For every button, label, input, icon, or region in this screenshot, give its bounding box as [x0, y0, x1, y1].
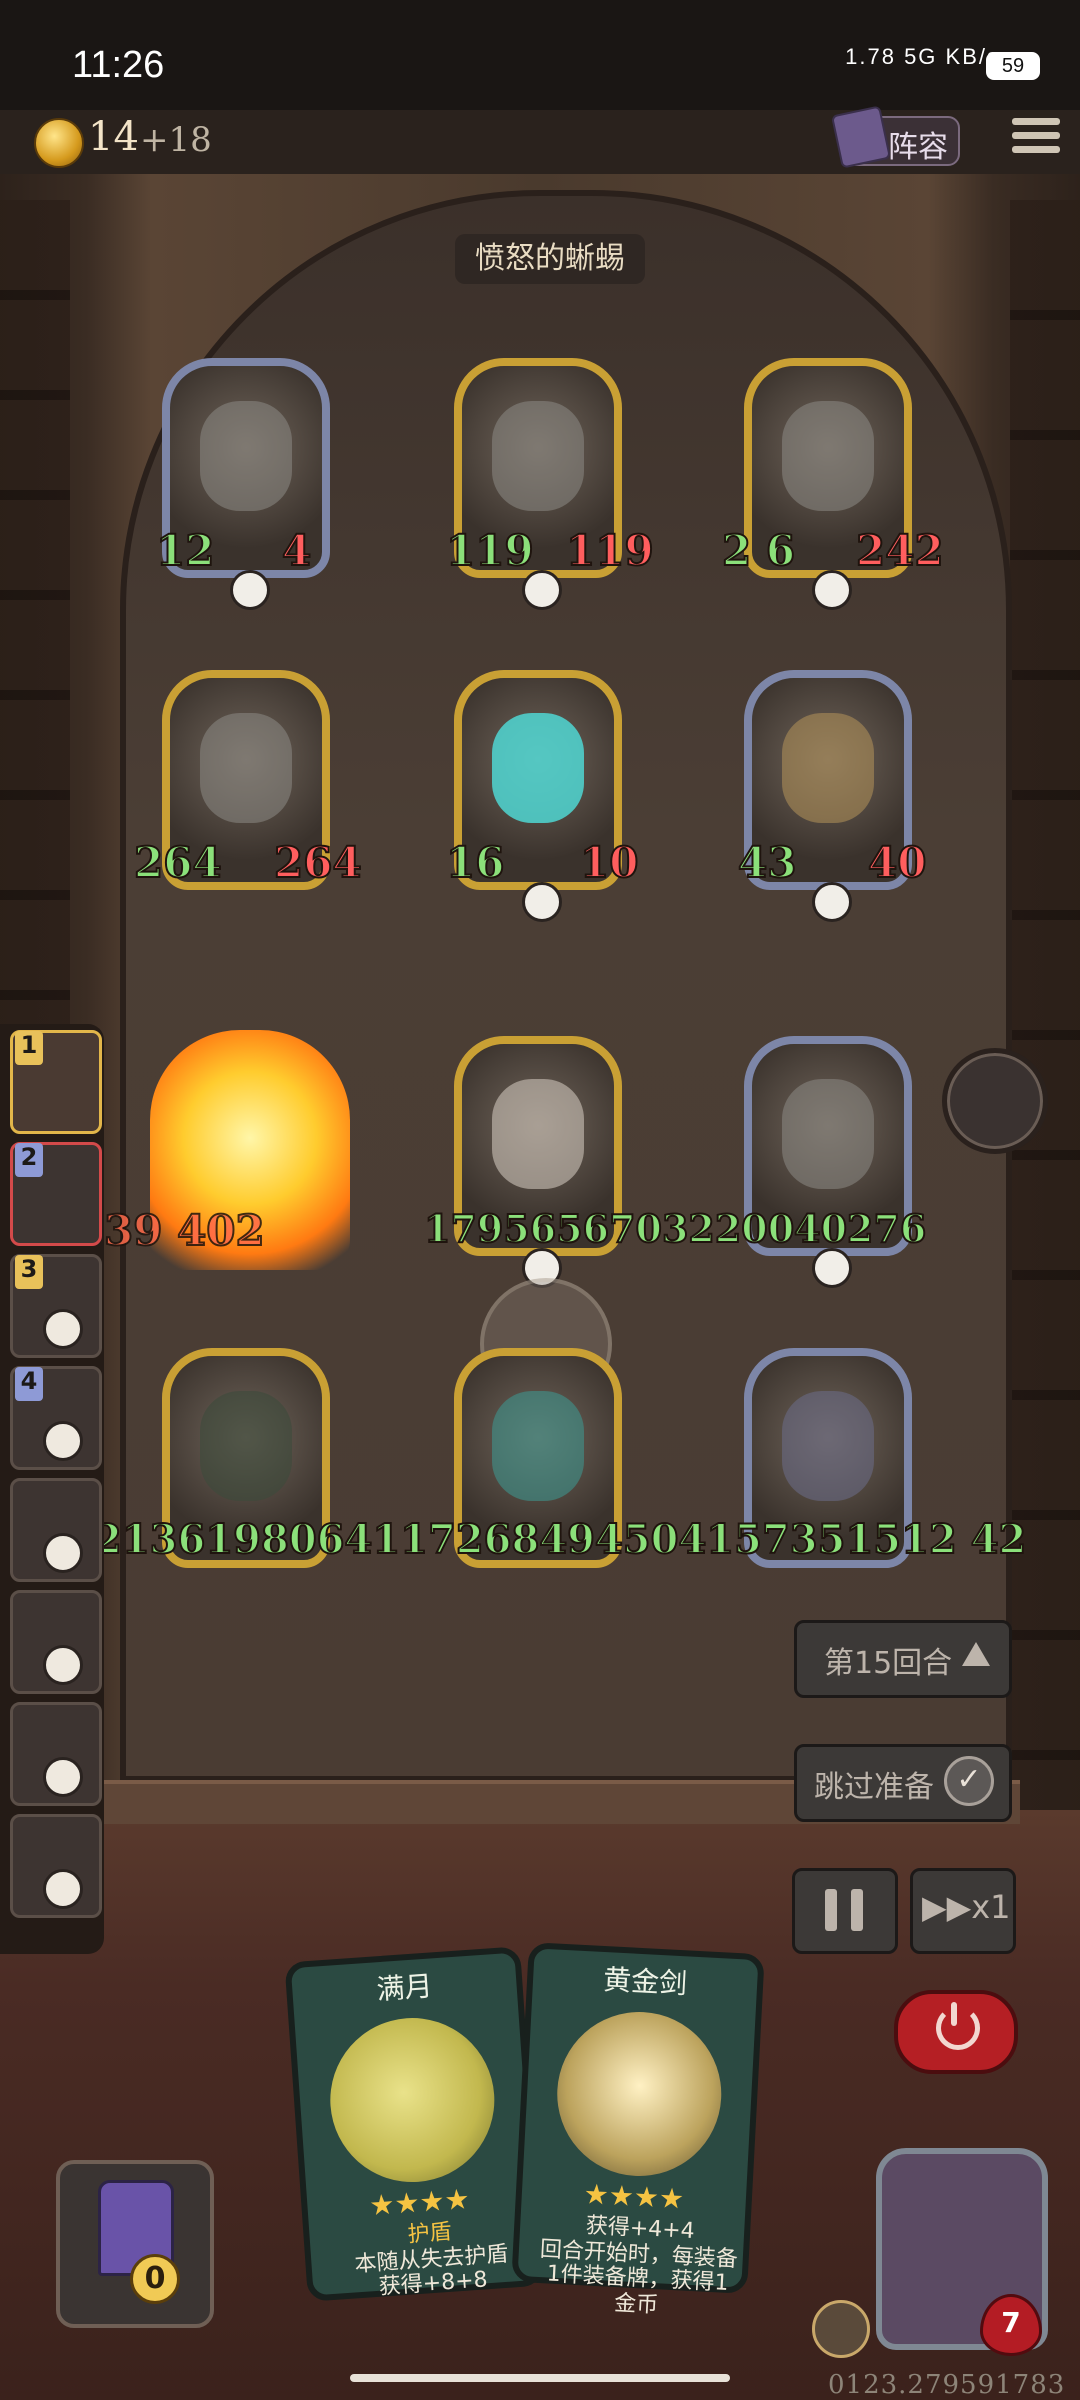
skull-icon — [812, 882, 852, 922]
card-title: 满月 — [375, 1969, 434, 2007]
robot-portrait — [200, 401, 292, 511]
hand-card-golden-sword[interactable]: 黄金剑 ★★★★ 获得+4+4 回合开始时，每装备 1件装备牌，获得1金币 — [511, 1942, 765, 2318]
check-icon: ✓ — [944, 1756, 994, 1806]
gold-income: +18 — [140, 120, 212, 160]
slot-number: 3 — [15, 1255, 43, 1289]
minion-card-diver[interactable]: 43 40 — [737, 670, 927, 922]
skull-icon — [812, 1248, 852, 1288]
skull-icon — [43, 1645, 83, 1685]
speed-label: ▶▶x1 — [922, 1888, 1011, 1926]
minion-card-clock[interactable]: 119 119 — [445, 358, 655, 610]
home-indicator[interactable] — [350, 2374, 730, 2382]
slot-number: 4 — [15, 1367, 43, 1401]
minion-card-armor[interactable]: 264 264 — [133, 670, 363, 890]
sorcerer-portrait — [492, 1391, 584, 1501]
hero-ability-icon[interactable] — [812, 2300, 870, 2358]
footer-number: 0123.279591783 — [828, 2370, 1066, 2400]
moon-art — [324, 2012, 500, 2188]
card-title: 黄金剑 — [602, 1963, 688, 2001]
health-value: 119 — [565, 525, 655, 576]
skull-icon — [43, 1421, 83, 1461]
skull-icon — [43, 1533, 83, 1573]
minion-card-castle[interactable]: 2 6 242 — [721, 358, 945, 610]
team-slot-3[interactable]: 3 — [10, 1254, 102, 1358]
skull-icon — [812, 570, 852, 610]
skip-prep-label: 跳过准备 — [814, 1770, 934, 1805]
team-slot-6[interactable] — [10, 1590, 102, 1694]
fan-icon[interactable] — [942, 1048, 1048, 1154]
team-slot-5[interactable] — [10, 1478, 102, 1582]
beast-portrait — [782, 1391, 874, 1501]
pause-button[interactable] — [792, 1868, 898, 1954]
lineup-label: 阵容 — [888, 130, 948, 165]
health-value: 242 — [855, 525, 945, 576]
minion-card-ghost[interactable]: 16 10 — [445, 670, 639, 922]
skull-icon — [43, 1757, 83, 1797]
network-indicator: 1.78 5G KB/s — [845, 44, 1000, 69]
chevron-up-icon — [962, 1642, 990, 1666]
hand-card-full-moon[interactable]: 满月 ★★★★ 护盾 本随从失去护盾 获得+8+8 — [284, 1946, 544, 2302]
attack-value: 12 — [155, 525, 215, 576]
attack-value: 2 6 — [721, 525, 796, 576]
skull-icon — [522, 882, 562, 922]
skull-icon — [522, 570, 562, 610]
power-icon[interactable] — [894, 1990, 1018, 2074]
health-value: 264 — [273, 837, 363, 888]
menu-icon[interactable] — [1012, 118, 1060, 162]
castle-portrait — [782, 401, 874, 511]
team-slot-1[interactable]: 1 — [10, 1030, 102, 1134]
round-label: 第15回合 — [824, 1646, 953, 1681]
battery-icon: 59 — [986, 52, 1040, 80]
diver-portrait — [782, 713, 874, 823]
speed-value: x1 — [971, 1888, 1011, 1926]
deck-count: 0 — [130, 2254, 180, 2304]
clock-portrait — [492, 401, 584, 511]
slot-number: 1 — [15, 1031, 43, 1065]
ghost-portrait — [492, 713, 584, 823]
skull-icon — [43, 1309, 83, 1349]
team-slot-4[interactable]: 4 — [10, 1366, 102, 1470]
attack-value: 119 — [445, 525, 535, 576]
enemy-name-label: 愤怒的蜥蜴 — [455, 234, 645, 284]
reaper-portrait — [200, 1391, 292, 1501]
stat-overflow-row3: 1795656703220040276 — [423, 1205, 927, 1252]
health-value: 10 — [579, 837, 639, 888]
team-slot-7[interactable] — [10, 1702, 102, 1806]
sword-art — [553, 2007, 726, 2181]
book-icon — [830, 105, 892, 169]
health-value: 4 — [281, 525, 312, 576]
team-slot-8[interactable] — [10, 1814, 102, 1918]
stat-overflow-row4: 2136198064117268494504157351512 42 — [93, 1515, 1027, 1564]
damage-overlay-text: 39 402 — [103, 1205, 266, 1256]
skull-icon — [230, 570, 270, 610]
status-time: 11:26 — [72, 44, 165, 86]
armor-portrait — [200, 713, 292, 823]
attack-value: 43 — [737, 837, 797, 888]
gold-count: 14 — [88, 114, 139, 160]
crown-coin-icon — [34, 118, 84, 168]
attack-value: 16 — [445, 837, 505, 888]
attack-value: 264 — [133, 837, 223, 888]
minion-card-robot[interactable]: 12 4 — [155, 358, 330, 610]
skull-icon — [43, 1869, 83, 1909]
dragon-skull-portrait — [492, 1079, 584, 1189]
submarine-portrait — [782, 1079, 874, 1189]
health-value: 40 — [867, 837, 927, 888]
slot-number: 2 — [15, 1143, 43, 1177]
card-desc-2: 1件装备牌，获得1金币 — [546, 2261, 730, 2319]
team-slot-2[interactable]: 2 — [10, 1142, 102, 1246]
